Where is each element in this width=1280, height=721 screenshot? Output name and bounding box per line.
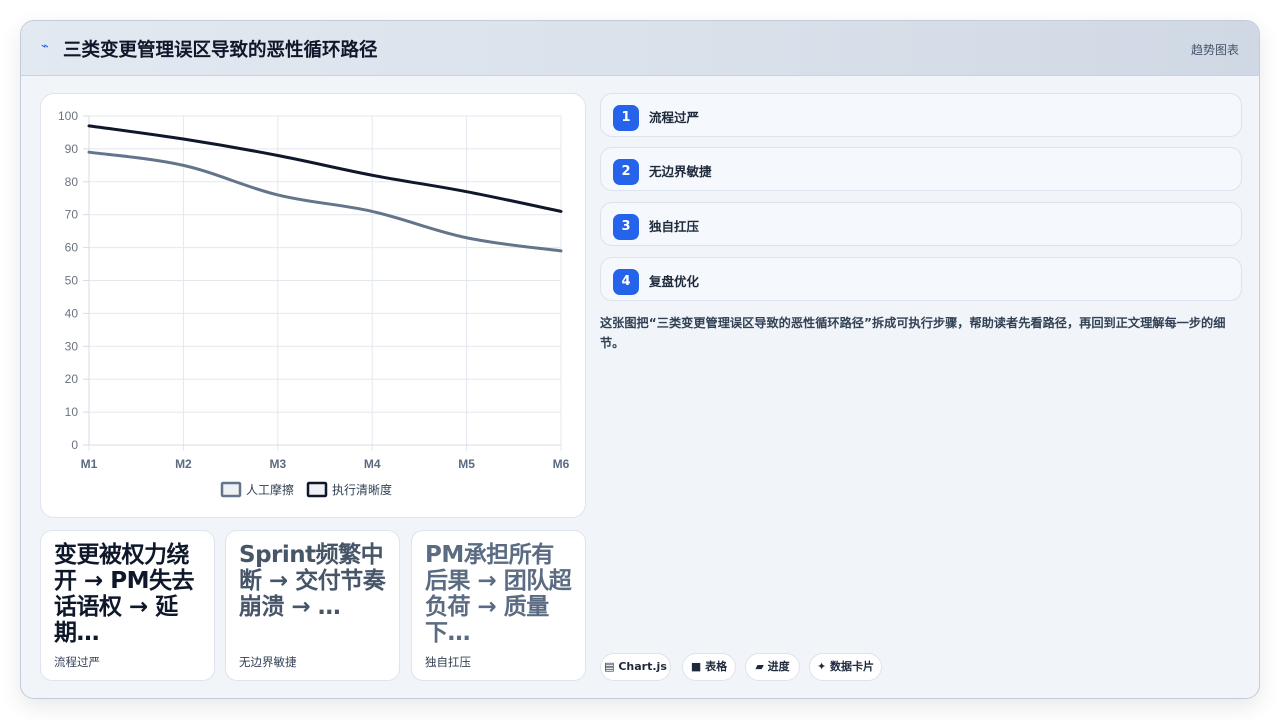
y-tick-label: 100	[58, 109, 78, 123]
y-tick-label: 40	[65, 306, 79, 320]
summary-card-2: Sprint频繁中断 → 交付节奏崩溃 → … 无边界敏捷	[225, 530, 400, 681]
step-item-3[interactable]: 3 独自扛压	[600, 202, 1242, 246]
x-tick-label: M4	[364, 457, 381, 471]
chip-data-card[interactable]: ✦ 数据卡片	[809, 653, 882, 681]
table-icon: ■	[690, 660, 702, 673]
x-tick-label: M3	[269, 457, 286, 471]
sparkle-icon: ✦	[816, 660, 827, 673]
legend-swatch	[306, 481, 328, 498]
x-tick-label: M6	[553, 457, 570, 471]
step-item-1[interactable]: 1 流程过严	[600, 93, 1242, 137]
summary-card-caption: 无边界敏捷	[239, 655, 297, 669]
y-tick-label: 70	[65, 208, 79, 222]
progress-icon: ▰	[755, 660, 764, 673]
x-tick-label: M1	[81, 457, 98, 471]
step-item-4[interactable]: 4 复盘优化	[600, 257, 1242, 301]
x-tick-label: M5	[458, 457, 475, 471]
summary-card-headline: PM承担所有后果 → 团队超负荷 → 质量下…	[425, 542, 572, 646]
summary-card-headline: Sprint频繁中断 → 交付节奏崩溃 → …	[239, 542, 386, 620]
y-tick-label: 20	[65, 372, 79, 386]
step-number-badge: 2	[613, 159, 639, 185]
y-tick-label: 90	[65, 142, 79, 156]
card-type-tag: 趋势图表	[1190, 43, 1239, 57]
chip-label: Chart.js	[618, 660, 667, 673]
y-tick-label: 10	[65, 405, 79, 419]
card-header: ⌁ 三类变更管理误区导致的恶性循环路径 趋势图表	[21, 21, 1259, 76]
summary-card-3: PM承担所有后果 → 团队超负荷 → 质量下… 独自扛压	[411, 530, 586, 681]
chip-label: 数据卡片	[830, 660, 875, 673]
step-label: 独自扛压	[649, 219, 700, 234]
chip-label: 表格	[705, 660, 728, 673]
line-chart-panel: 0 10 20 30 40 50 60 70 80 90 100 M1 M2 M3 M4 M5 M6 人工摩擦 执行…	[40, 93, 586, 518]
legend-label: 执行清晰度	[332, 482, 392, 497]
step-item-2[interactable]: 2 无边界敏捷	[600, 147, 1242, 191]
step-label: 复盘优化	[649, 274, 700, 289]
summary-card-1: 变更被权力绕开 → PM失去话语权 → 延期… 流程过严	[40, 530, 215, 681]
summary-card-caption: 独自扛压	[425, 655, 471, 669]
y-tick-label: 60	[65, 241, 79, 255]
step-number-badge: 4	[613, 269, 639, 295]
chip-table[interactable]: ■ 表格	[682, 653, 736, 681]
summary-card-caption: 流程过严	[54, 655, 100, 669]
x-tick-label: M2	[175, 457, 192, 471]
y-tick-label: 80	[65, 175, 79, 189]
card-title: 三类变更管理误区导致的恶性循环路径	[63, 40, 378, 61]
chip-chartjs[interactable]: ▤ Chart.js	[600, 653, 671, 681]
y-tick-label: 0	[71, 438, 78, 452]
step-label: 流程过严	[649, 110, 700, 125]
lightning-icon: ⌁	[41, 39, 49, 54]
summary-card-headline: 变更被权力绕开 → PM失去话语权 → 延期…	[54, 542, 195, 646]
legend-swatch	[220, 481, 242, 498]
chart-description: 这张图把“三类变更管理误区导致的恶性循环路径”拆成可执行步骤，帮助读者先看路径，…	[600, 316, 1226, 350]
step-number-badge: 3	[613, 214, 639, 240]
series-line-1	[87, 150, 563, 253]
trend-card: ⌁ 三类变更管理误区导致的恶性循环路径 趋势图表 0 10 20 30 40 50 60 70…	[20, 20, 1260, 699]
chart-icon: ▤	[604, 660, 615, 673]
step-label: 无边界敏捷	[649, 164, 712, 179]
y-tick-label: 30	[65, 339, 79, 353]
legend-label: 人工摩擦	[246, 482, 294, 497]
chip-progress[interactable]: ▰ 进度	[745, 653, 800, 681]
series-line-2	[87, 124, 563, 213]
y-tick-label: 50	[65, 274, 79, 288]
step-number-badge: 1	[613, 105, 639, 131]
line-chart: 0 10 20 30 40 50 60 70 80 90 100 M1 M2 M3 M4 M5 M6 人工摩擦 执行…	[58, 109, 570, 498]
chip-label: 进度	[767, 660, 790, 673]
